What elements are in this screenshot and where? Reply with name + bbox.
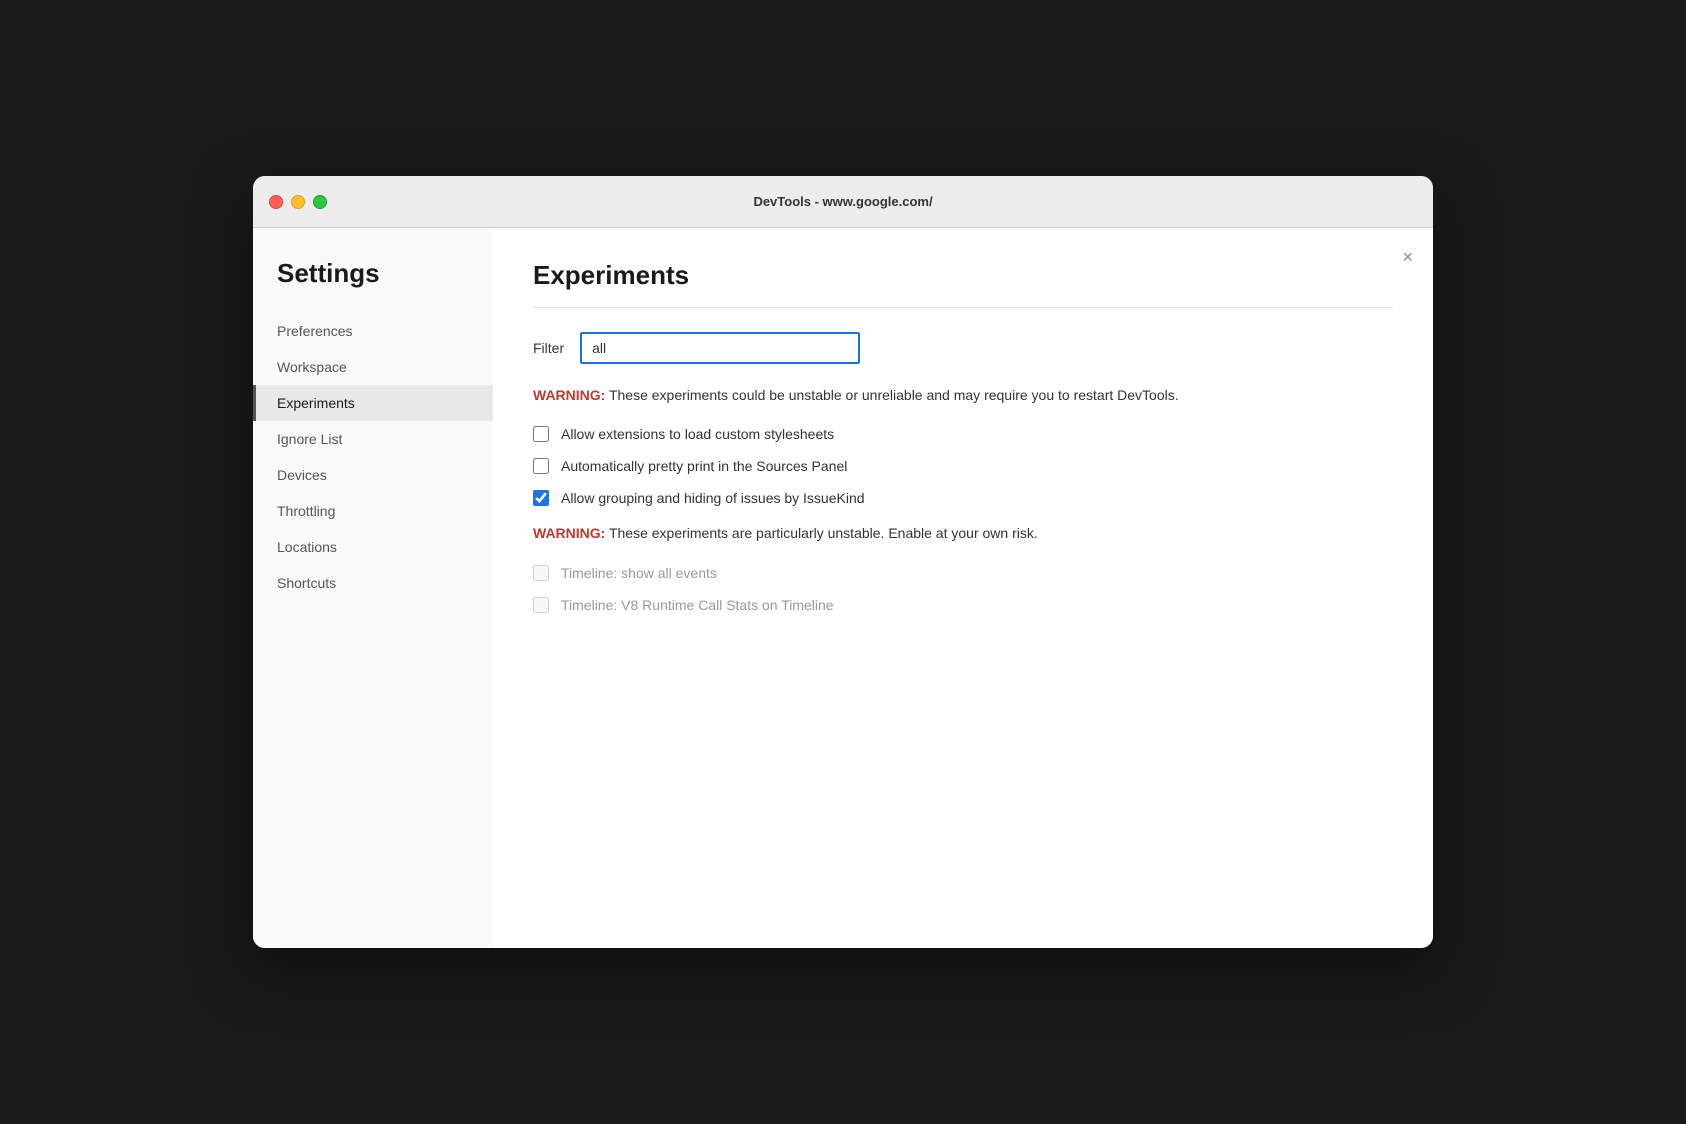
- sidebar-item-ignore-list[interactable]: Ignore List: [253, 421, 493, 457]
- checkbox-extensions-label[interactable]: Allow extensions to load custom styleshe…: [561, 426, 834, 442]
- checkbox-grouping[interactable]: [533, 490, 549, 506]
- sidebar-item-locations[interactable]: Locations: [253, 529, 493, 565]
- checkbox-item-1: Allow extensions to load custom styleshe…: [533, 426, 1393, 442]
- warning-block-1: WARNING: These experiments could be unst…: [533, 384, 1393, 406]
- sidebar-heading: Settings: [253, 258, 493, 313]
- section-divider: [533, 307, 1393, 308]
- warning-text-2: WARNING: These experiments are particula…: [533, 522, 1393, 544]
- checkbox-timeline-events[interactable]: [533, 565, 549, 581]
- warning-label-1: WARNING:: [533, 387, 605, 403]
- sidebar-item-devices[interactable]: Devices: [253, 457, 493, 493]
- close-traffic-light[interactable]: [269, 195, 283, 209]
- checkbox-item-3: Allow grouping and hiding of issues by I…: [533, 490, 1393, 506]
- sidebar-item-shortcuts[interactable]: Shortcuts: [253, 565, 493, 601]
- checkbox-timeline-v8[interactable]: [533, 597, 549, 613]
- filter-row: Filter: [533, 332, 1393, 364]
- traffic-lights: [269, 195, 327, 209]
- warning-label-2: WARNING:: [533, 525, 605, 541]
- unstable-checkbox-item-1: Timeline: show all events: [533, 565, 1393, 581]
- window-content: Settings Preferences Workspace Experimen…: [253, 228, 1433, 948]
- titlebar: DevTools - www.google.com/: [253, 176, 1433, 228]
- maximize-traffic-light[interactable]: [313, 195, 327, 209]
- warning-block-2: WARNING: These experiments are particula…: [533, 522, 1393, 544]
- checkbox-timeline-events-label[interactable]: Timeline: show all events: [561, 565, 717, 581]
- sidebar: Settings Preferences Workspace Experimen…: [253, 228, 493, 948]
- main-content: × Experiments Filter WARNING: These expe…: [493, 228, 1433, 948]
- minimize-traffic-light[interactable]: [291, 195, 305, 209]
- checkbox-pretty-print[interactable]: [533, 458, 549, 474]
- filter-input[interactable]: [580, 332, 860, 364]
- sidebar-item-experiments[interactable]: Experiments: [253, 385, 493, 421]
- devtools-window: DevTools - www.google.com/ Settings Pref…: [253, 176, 1433, 948]
- unstable-checkbox-item-2: Timeline: V8 Runtime Call Stats on Timel…: [533, 597, 1393, 613]
- sidebar-item-throttling[interactable]: Throttling: [253, 493, 493, 529]
- filter-label: Filter: [533, 340, 564, 356]
- checkbox-extensions[interactable]: [533, 426, 549, 442]
- checkbox-timeline-v8-label[interactable]: Timeline: V8 Runtime Call Stats on Timel…: [561, 597, 834, 613]
- section-title: Experiments: [533, 260, 1393, 291]
- checkbox-pretty-print-label[interactable]: Automatically pretty print in the Source…: [561, 458, 847, 474]
- titlebar-title: DevTools - www.google.com/: [753, 194, 932, 209]
- sidebar-item-preferences[interactable]: Preferences: [253, 313, 493, 349]
- checkbox-item-2: Automatically pretty print in the Source…: [533, 458, 1393, 474]
- checkbox-grouping-label[interactable]: Allow grouping and hiding of issues by I…: [561, 490, 865, 506]
- sidebar-item-workspace[interactable]: Workspace: [253, 349, 493, 385]
- warning-text-1: WARNING: These experiments could be unst…: [533, 384, 1393, 406]
- close-button[interactable]: ×: [1402, 248, 1413, 266]
